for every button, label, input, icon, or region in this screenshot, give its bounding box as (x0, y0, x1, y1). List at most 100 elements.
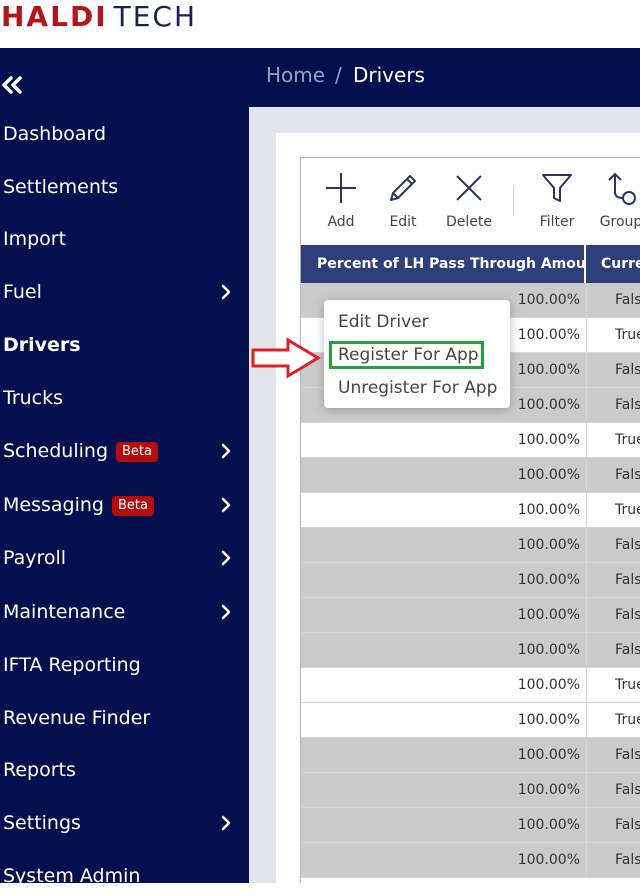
cell-lh-pass-through: 100.00% (517, 432, 580, 448)
table-row[interactable]: 100.00% True (301, 668, 640, 703)
column-divider (586, 808, 587, 842)
cell-lh-pass-through: 100.00% (517, 817, 580, 833)
table-row[interactable]: 100.00% False (301, 808, 640, 843)
table-row[interactable]: 100.00% True (301, 703, 640, 738)
cell-current: False (615, 817, 640, 833)
cell-current: False (615, 467, 640, 483)
cell-current: True (615, 432, 640, 448)
cell-lh-pass-through: 100.00% (517, 502, 580, 518)
cell-lh-pass-through: 100.00% (517, 537, 580, 553)
table-row[interactable]: 100.00% False (301, 738, 640, 773)
column-divider (586, 633, 587, 667)
menu-item-edit-driver[interactable]: Edit Driver (338, 312, 429, 332)
sidebar-item-label: Fuel (3, 281, 42, 303)
cell-current: False (615, 642, 640, 658)
sidebar-item-trucks[interactable]: Trucks (3, 378, 247, 418)
sidebar-item-scheduling[interactable]: Scheduling Beta (3, 431, 247, 471)
grid-toolbar: Add Edit Delete Filter Group (301, 158, 640, 245)
column-header-current[interactable]: Current (586, 245, 640, 283)
column-divider (586, 283, 587, 317)
sidebar-item-label: Messaging (3, 494, 104, 516)
group-label: Group (599, 214, 640, 230)
sidebar-item-maintenance[interactable]: Maintenance (3, 592, 247, 632)
sidebar-item-label: Dashboard (3, 123, 107, 145)
cell-current: False (615, 607, 640, 623)
cell-current: True (615, 677, 640, 693)
sidebar-item-label: Maintenance (3, 601, 126, 623)
table-row[interactable]: 100.00% False (301, 458, 640, 493)
table-row[interactable]: 100.00% False (301, 528, 640, 563)
table-row[interactable]: 100.00% False (301, 598, 640, 633)
double-chevron-left-icon[interactable] (0, 72, 26, 98)
cell-lh-pass-through: 100.00% (517, 677, 580, 693)
drivers-grid: Add Edit Delete Filter Group Percent of … (300, 157, 640, 883)
menu-item-unregister-for-app[interactable]: Unregister For App (338, 378, 497, 398)
cell-lh-pass-through: 100.00% (517, 467, 580, 483)
table-row[interactable]: 100.00% True (301, 423, 640, 458)
pencil-icon (390, 175, 416, 201)
sidebar-item-system-admin[interactable]: System Admin (3, 856, 247, 896)
chevron-right-icon (221, 443, 231, 459)
sidebar-item-label: Drivers (3, 334, 81, 356)
sidebar-item-label: Settlements (3, 176, 119, 198)
breadcrumb-home[interactable]: Home (266, 63, 325, 87)
table-row[interactable]: 100.00% False (301, 843, 640, 878)
cell-current: False (615, 572, 640, 588)
add-button[interactable]: Add (313, 170, 369, 240)
sidebar-item-label: Import (3, 228, 67, 250)
sidebar-item-label: Payroll (3, 547, 67, 569)
column-divider (586, 668, 587, 702)
filter-button[interactable]: Filter (529, 170, 585, 240)
chevron-right-icon (221, 815, 231, 831)
column-header-lh-pass-through[interactable]: Percent of LH Pass Through Amount (301, 245, 585, 283)
logo-tech: TECH (113, 0, 198, 33)
edit-button[interactable]: Edit (375, 170, 431, 240)
filter-label: Filter (539, 214, 575, 230)
chevron-right-icon (221, 604, 231, 620)
cell-current: False (615, 292, 640, 308)
sidebar-item-label: IFTA Reporting (3, 654, 141, 676)
sidebar-item-fuel[interactable]: Fuel (3, 272, 247, 312)
table-row[interactable]: 100.00% True (301, 493, 640, 528)
sidebar-item-dashboard[interactable]: Dashboard (3, 114, 247, 154)
sidebar-item-revenue-finder[interactable]: Revenue Finder (3, 698, 247, 738)
column-divider (586, 423, 587, 457)
cell-lh-pass-through: 100.00% (517, 607, 580, 623)
cell-current: False (615, 362, 640, 378)
cell-lh-pass-through: 100.00% (517, 292, 580, 308)
sidebar-item-reports[interactable]: Reports (3, 750, 247, 790)
red-arrow-annotation (251, 337, 321, 379)
sidebar-item-settlements[interactable]: Settlements (3, 167, 247, 207)
add-label: Add (327, 214, 355, 230)
breadcrumb-current: Drivers (353, 63, 425, 87)
logo[interactable]: HALDI TECH (1, 2, 197, 32)
sidebar-item-import[interactable]: Import (3, 219, 247, 259)
delete-button[interactable]: Delete (441, 170, 497, 240)
cell-lh-pass-through: 100.00% (517, 362, 580, 378)
table-row[interactable]: 100.00% False (301, 633, 640, 668)
sidebar-item-messaging[interactable]: Messaging Beta (3, 485, 247, 525)
group-icon (608, 172, 636, 205)
column-divider (586, 843, 587, 877)
funnel-icon (542, 174, 572, 202)
header-bar: Home / Drivers (249, 48, 640, 107)
toolbar-divider (513, 186, 514, 216)
column-divider (586, 703, 587, 737)
chevron-right-icon (221, 497, 231, 513)
cell-lh-pass-through: 100.00% (517, 327, 580, 343)
sidebar-item-ifta-reporting[interactable]: IFTA Reporting (3, 645, 247, 685)
table-row[interactable]: 100.00% False (301, 563, 640, 598)
sidebar-item-label: System Admin (3, 865, 141, 887)
column-divider (586, 563, 587, 597)
sidebar-item-settings[interactable]: Settings (3, 803, 247, 843)
cell-lh-pass-through: 100.00% (517, 747, 580, 763)
sidebar-item-payroll[interactable]: Payroll (3, 538, 247, 578)
group-button[interactable]: Group (593, 170, 640, 240)
sidebar-item-drivers[interactable]: Drivers (3, 325, 247, 365)
table-row[interactable]: 100.00% False (301, 773, 640, 808)
cell-lh-pass-through: 100.00% (517, 397, 580, 413)
column-divider (586, 598, 587, 632)
column-divider (586, 318, 587, 352)
cell-current: False (615, 852, 640, 868)
cell-current: False (615, 747, 640, 763)
